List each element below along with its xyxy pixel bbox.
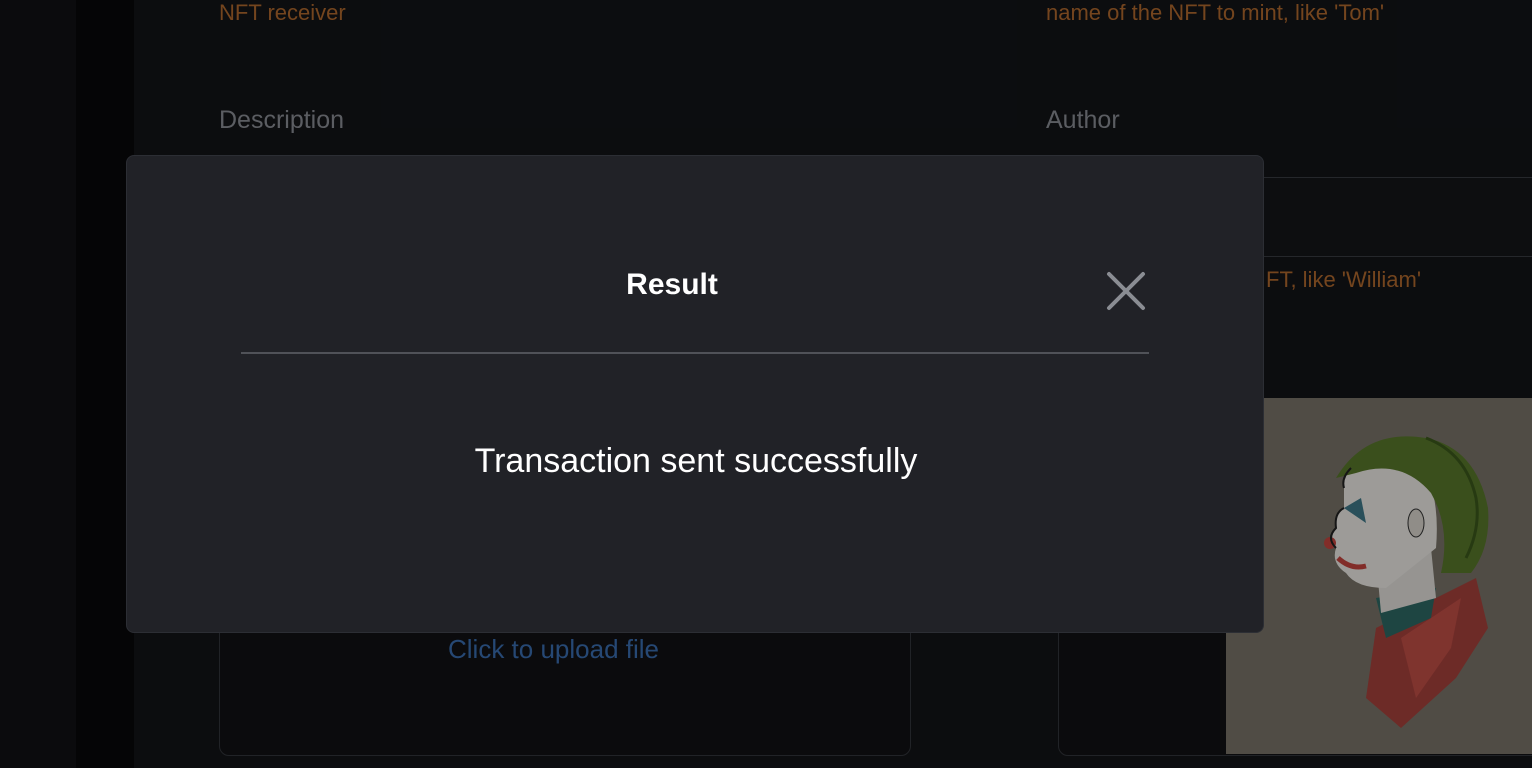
close-icon	[1107, 272, 1145, 310]
close-button[interactable]	[1103, 268, 1149, 314]
app-root: NFT receiver name of the NFT to mint, li…	[0, 0, 1532, 768]
dialog-message: Transaction sent successfully	[474, 442, 918, 480]
dialog-title: Result	[626, 268, 718, 301]
dialog-divider	[241, 352, 1149, 354]
result-dialog: Result Transaction sent successfully	[126, 155, 1264, 633]
